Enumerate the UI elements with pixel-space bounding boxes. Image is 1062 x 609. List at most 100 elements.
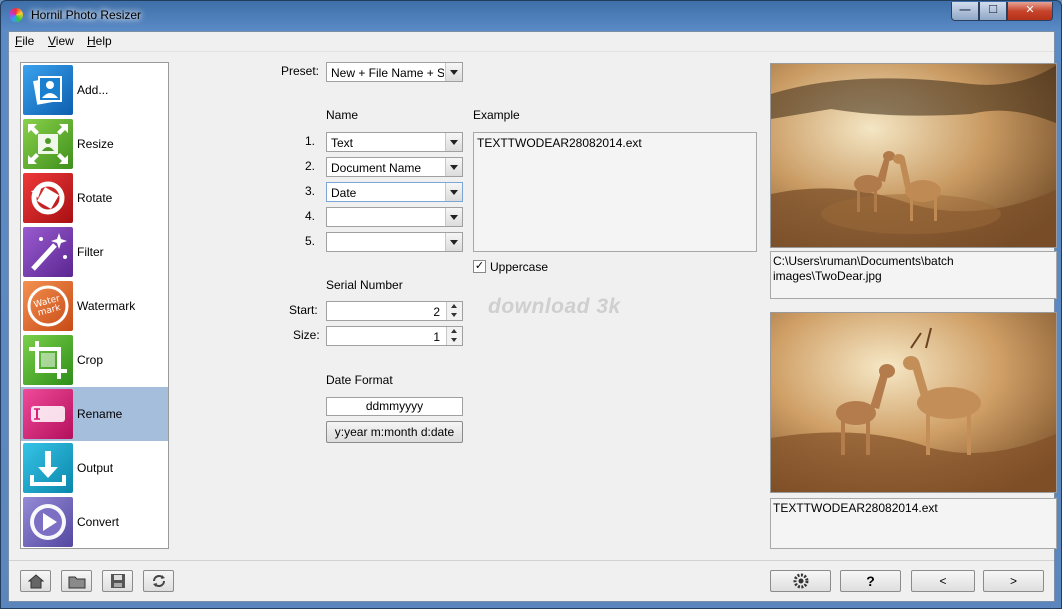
size-label: Size: <box>293 328 320 342</box>
sidebar-item-label: Watermark <box>77 299 136 313</box>
refresh-icon <box>152 575 165 587</box>
window-title: Hornil Photo Resizer <box>31 8 142 22</box>
rename-icon <box>23 389 73 439</box>
divider <box>9 560 1054 561</box>
close-button[interactable]: ✕ <box>1007 2 1053 21</box>
spin-arrows-icon[interactable] <box>446 302 462 320</box>
sidebar-item-label: Output <box>77 461 114 475</box>
row-number: 2. <box>305 159 316 173</box>
chevron-down-icon <box>445 183 462 201</box>
date-format-heading: Date Format <box>326 373 393 387</box>
spin-arrows-icon[interactable] <box>446 327 462 345</box>
menu-help-label: Help <box>87 34 112 48</box>
name-part-2-dropdown[interactable]: Document Name <box>326 157 463 177</box>
example-value: TEXTTWODEAR28082014.ext <box>477 136 642 150</box>
row-number: 5. <box>305 234 316 248</box>
sidebar: Add... Resize Rotate Filter Water mark W… <box>20 62 169 549</box>
app-window: Hornil Photo Resizer — ☐ ✕ File View Hel… <box>0 0 1062 609</box>
save-icon <box>110 574 125 588</box>
menu-help[interactable]: Help <box>87 34 112 48</box>
home-icon <box>27 574 44 589</box>
minimize-button[interactable]: — <box>951 2 979 21</box>
menu-view[interactable]: View <box>48 34 74 48</box>
app-logo-icon <box>9 8 23 22</box>
title-bar[interactable]: Hornil Photo Resizer — ☐ ✕ <box>1 1 1061 29</box>
sidebar-item-rename[interactable]: Rename <box>21 387 168 441</box>
menu-view-label: View <box>48 34 74 48</box>
preset-label: Preset: <box>281 64 320 78</box>
open-folder-button[interactable] <box>61 570 92 592</box>
sidebar-item-output[interactable]: Output <box>21 441 168 495</box>
home-button[interactable] <box>20 570 51 592</box>
size-value: 1 <box>433 330 440 344</box>
next-button[interactable]: > <box>983 570 1044 592</box>
deer-photo-source <box>771 64 1056 247</box>
result-preview-image <box>770 312 1057 493</box>
menu-file[interactable]: File <box>15 34 34 48</box>
serial-heading: Serial Number <box>326 278 403 292</box>
uppercase-label: Uppercase <box>490 260 549 274</box>
crop-icon <box>23 335 73 385</box>
source-path: C:\Users\ruman\Documents\batch images\Tw… <box>773 254 954 283</box>
help-button[interactable]: ? <box>840 570 901 592</box>
date-hint-button[interactable]: y:year m:month d:date <box>326 421 463 443</box>
gear-icon <box>793 573 808 589</box>
magic-wand-icon <box>23 227 73 277</box>
download-icon <box>23 443 73 493</box>
watermark-icon: Water mark <box>23 281 73 331</box>
sidebar-item-label: Rename <box>77 407 123 421</box>
name-part-4-dropdown[interactable] <box>326 207 463 227</box>
menu-bar: File View Help <box>9 32 1054 52</box>
chevron-down-icon <box>445 208 462 226</box>
source-preview-image <box>770 63 1057 248</box>
settings-button[interactable] <box>770 570 831 592</box>
save-button[interactable] <box>102 570 133 592</box>
uppercase-checkbox[interactable]: ✓ <box>473 260 486 273</box>
sidebar-item-convert[interactable]: Convert <box>21 495 168 549</box>
start-value: 2 <box>433 305 440 319</box>
chevron-down-icon <box>445 63 462 81</box>
preset-dropdown[interactable]: New + File Name + Se <box>326 62 463 82</box>
start-label: Start: <box>289 303 318 317</box>
date-format-input[interactable]: ddmmyyyy <box>326 397 463 416</box>
example-heading: Example <box>473 108 520 122</box>
name-part-value: Text <box>331 136 354 150</box>
chevron-down-icon <box>445 133 462 151</box>
sidebar-item-label: Rotate <box>77 191 113 205</box>
sidebar-item-label: Crop <box>77 353 104 367</box>
start-stepper[interactable]: 2 <box>326 301 463 321</box>
sidebar-item-resize[interactable]: Resize <box>21 117 168 171</box>
name-part-1-dropdown[interactable]: Text <box>326 132 463 152</box>
sidebar-item-rotate[interactable]: Rotate <box>21 171 168 225</box>
chevron-down-icon <box>445 233 462 251</box>
deer-photo-result <box>771 313 1056 492</box>
menu-file-label: File <box>15 34 35 48</box>
maximize-button[interactable]: ☐ <box>979 2 1007 21</box>
folder-icon <box>68 576 85 589</box>
example-box: TEXTTWODEAR28082014.ext <box>473 132 757 252</box>
sidebar-item-crop[interactable]: Crop <box>21 333 168 387</box>
row-number: 4. <box>305 209 316 223</box>
row-number: 1. <box>305 134 316 148</box>
result-name-box: TEXTTWODEAR28082014.ext <box>770 498 1057 549</box>
source-path-box: C:\Users\ruman\Documents\batch images\Tw… <box>770 251 1057 299</box>
name-part-5-dropdown[interactable] <box>326 232 463 252</box>
rotate-icon <box>23 173 73 223</box>
name-heading: Name <box>326 108 359 122</box>
refresh-button[interactable] <box>143 570 174 592</box>
resize-icon <box>23 119 73 169</box>
sidebar-item-label: Add... <box>77 83 109 97</box>
sidebar-item-label: Convert <box>77 515 120 529</box>
previous-button[interactable]: < <box>911 570 975 592</box>
name-part-3-dropdown[interactable]: Date <box>326 182 463 202</box>
play-icon <box>23 497 73 547</box>
size-stepper[interactable]: 1 <box>326 326 463 346</box>
sidebar-item-label: Resize <box>77 137 114 151</box>
sidebar-item-filter[interactable]: Filter <box>21 225 168 279</box>
sidebar-item-add[interactable]: Add... <box>21 63 168 117</box>
sidebar-item-label: Filter <box>77 245 104 259</box>
sidebar-item-watermark[interactable]: Water mark Watermark <box>21 279 168 333</box>
download3k-watermark: download 3k <box>488 295 621 318</box>
row-number: 3. <box>305 184 316 198</box>
result-name: TEXTTWODEAR28082014.ext <box>773 501 938 515</box>
